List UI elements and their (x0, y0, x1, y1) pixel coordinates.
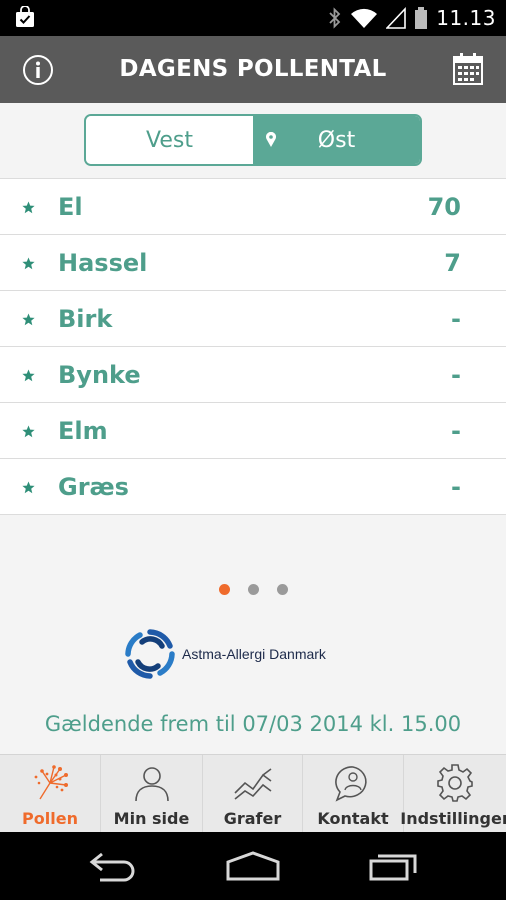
list-item[interactable]: El 70 (0, 179, 506, 235)
region-option-ost[interactable]: Øst (253, 116, 420, 164)
bluetooth-icon (329, 7, 341, 29)
chart-icon (233, 768, 271, 800)
star-icon (22, 425, 35, 438)
wifi-icon (351, 8, 378, 28)
gear-icon (437, 764, 473, 802)
status-bar: 11.13 (0, 0, 506, 36)
list-item[interactable]: Hassel 7 (0, 235, 506, 291)
pollen-value: 70 (427, 193, 461, 221)
pollen-name: Birk (58, 305, 113, 333)
region-toggle-area: Vest Øst (0, 103, 506, 178)
region-option-vest[interactable]: Vest (86, 116, 253, 164)
location-pin-icon (266, 132, 276, 147)
star-icon (22, 481, 35, 494)
chat-icon (335, 766, 367, 802)
page-dot[interactable] (218, 584, 230, 595)
list-item[interactable]: Bynke - (0, 347, 506, 403)
tab-indstillinger[interactable]: Indstillinger (400, 755, 506, 833)
tab-label: Grafer (223, 809, 282, 828)
region-option-label: Øst (317, 127, 356, 153)
page-title: DAGENS POLLENTAL (119, 56, 387, 82)
pollen-value: - (451, 417, 461, 445)
battery-icon (415, 7, 428, 29)
tab-min-side[interactable]: Min side (101, 755, 202, 833)
pollen-value: - (451, 361, 461, 389)
tab-label: Indstillinger (400, 809, 506, 828)
pollen-name: Græs (58, 473, 129, 501)
back-icon[interactable] (86, 850, 138, 882)
tab-grafer[interactable]: Grafer (203, 755, 302, 833)
tab-label: Pollen (22, 809, 78, 828)
page-dot[interactable] (276, 584, 288, 595)
pollen-value: - (451, 473, 461, 501)
star-icon (22, 257, 35, 270)
page-dot[interactable] (247, 584, 259, 595)
pollen-name: Elm (58, 417, 108, 445)
page-indicator (0, 584, 506, 595)
valid-until-text: Gældende frem til 07/03 2014 kl. 15.00 (44, 712, 462, 736)
tab-kontakt[interactable]: Kontakt (303, 755, 403, 833)
calendar-icon[interactable] (452, 52, 484, 86)
tab-label: Min side (113, 809, 190, 828)
pollen-icon (34, 765, 68, 800)
list-item[interactable]: Græs - (0, 459, 506, 515)
pollen-name: Bynke (58, 361, 141, 389)
star-icon (22, 369, 35, 382)
region-toggle: Vest Øst (84, 114, 422, 166)
list-item[interactable]: Birk - (0, 291, 506, 347)
star-icon (22, 201, 35, 214)
pollen-name: El (58, 193, 83, 221)
home-icon[interactable] (225, 850, 281, 882)
star-icon (22, 313, 35, 326)
pollen-name: Hassel (58, 249, 148, 277)
bottom-nav: Pollen Min side Grafer Kontakt Indstilli… (0, 754, 506, 833)
pollen-value: 7 (444, 249, 461, 277)
pollen-value: - (451, 305, 461, 333)
logo-text: Astma-Allergi Danmark (182, 646, 326, 662)
pollen-list: El 70 Hassel 7 Birk - Bynke - Elm - Græs… (0, 178, 506, 515)
signal-icon (386, 7, 407, 29)
system-nav-bar (0, 832, 506, 900)
tab-pollen[interactable]: Pollen (0, 755, 100, 833)
list-item[interactable]: Elm - (0, 403, 506, 459)
astma-allergi-logo-icon (125, 629, 175, 679)
shopping-bag-icon (16, 6, 34, 27)
tab-label: Kontakt (317, 809, 389, 828)
recent-apps-icon[interactable] (368, 850, 420, 882)
clock: 11.13 (436, 6, 496, 30)
person-icon (134, 767, 169, 802)
app-header: DAGENS POLLENTAL (0, 36, 506, 103)
astma-allergi-logo: Astma-Allergi Danmark (124, 628, 326, 680)
